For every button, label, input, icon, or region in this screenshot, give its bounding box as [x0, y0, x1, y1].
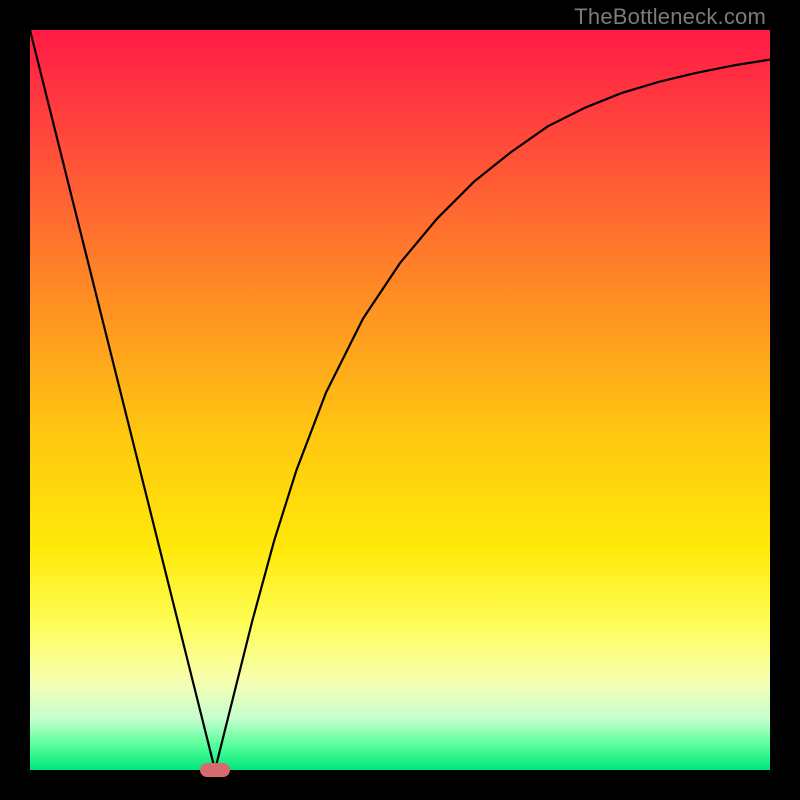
watermark-text: TheBottleneck.com — [574, 4, 766, 30]
optimal-marker — [200, 763, 230, 777]
chart-canvas — [30, 30, 770, 770]
chart-frame — [30, 30, 770, 770]
chart-background — [30, 30, 770, 770]
